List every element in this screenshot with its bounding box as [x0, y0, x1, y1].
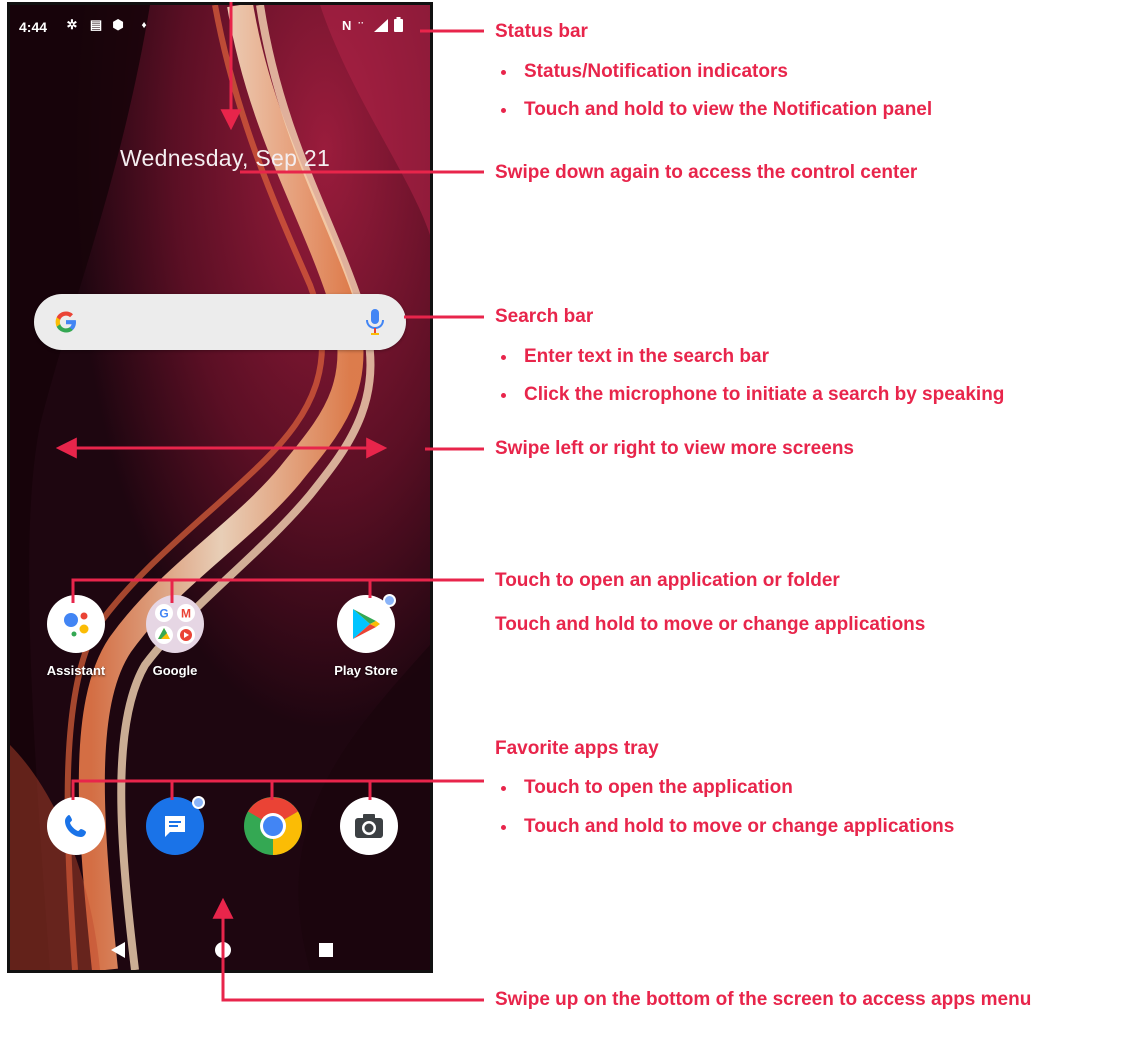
annotation-bullet: Touch and hold to view the Notification …	[500, 99, 933, 120]
annotation-control-center: Swipe down again to access the control c…	[495, 162, 918, 183]
annotation-favorites-title: Favorite apps tray	[495, 738, 659, 759]
annotation-status-bar-title: Status bar	[495, 21, 588, 42]
annotation-apps-line2: Touch and hold to move or change applica…	[495, 614, 926, 635]
annotation-bullet: Click the microphone to initiate a searc…	[500, 384, 1005, 405]
annotation-apps-menu: Swipe up on the bottom of the screen to …	[495, 989, 1032, 1010]
annotation-bullet: Status/Notification indicators	[501, 61, 788, 82]
annotation-apps-line1: Touch to open an application or folder	[495, 570, 840, 591]
annotation-bullet: Touch and hold to move or change applica…	[500, 816, 955, 837]
annotation-bullet: Enter text in the search bar	[501, 346, 769, 367]
annotated-screenshot: 4:44 ✲ ▤ ⬢ ♦ N ·· Wednesday, Sep 21 Assi…	[0, 0, 1146, 1038]
annotation-swipe-screens: Swipe left or right to view more screens	[495, 438, 854, 459]
annotation-bullet: Touch to open the application	[501, 777, 793, 798]
annotation-search-bar-title: Search bar	[495, 306, 594, 327]
annotation-lines	[55, 2, 484, 1002]
